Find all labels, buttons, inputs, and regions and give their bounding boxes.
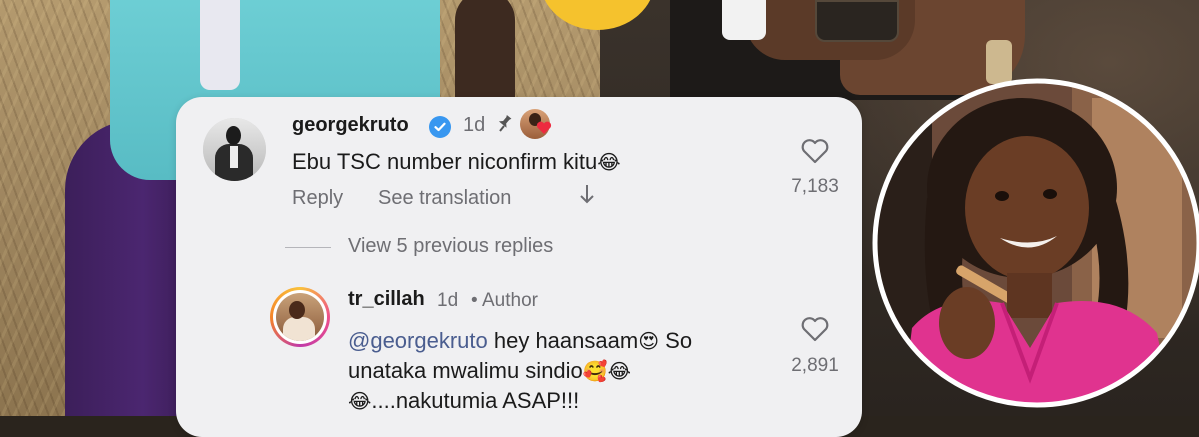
meta-separator: • xyxy=(471,290,478,311)
reply-avatar-photo xyxy=(276,293,324,341)
reply-avatar[interactable] xyxy=(270,287,330,347)
heart-icon xyxy=(536,119,552,140)
reply-body-part3: ....nakutumia ASAP!!! xyxy=(371,388,580,413)
mention-link[interactable]: @georgekruto xyxy=(348,328,488,353)
replies-divider xyxy=(285,247,331,248)
arrow-down-icon[interactable] xyxy=(578,183,596,211)
like-count: 7,183 xyxy=(791,176,839,197)
reply-time: 1d xyxy=(437,290,459,311)
see-translation-link[interactable]: See translation xyxy=(378,187,511,210)
pin-icon xyxy=(494,113,514,141)
reply-username[interactable]: tr_cillah xyxy=(348,288,425,311)
laughing-emoji: 😂 xyxy=(597,150,621,174)
comment-time: 1d xyxy=(463,114,486,136)
reply-avatar-photo-body xyxy=(283,317,315,341)
comment-text: Ebu TSC number niconfirm kitu😂 xyxy=(292,148,621,176)
reply-body-part1: hey haansaam xyxy=(487,328,639,353)
comment-body: Ebu TSC number niconfirm kitu xyxy=(292,149,598,174)
reply-button[interactable]: Reply xyxy=(292,187,343,210)
laughing-emoji: 😂 xyxy=(348,389,372,413)
author-badge: Author xyxy=(482,290,538,311)
background-shirt-inner xyxy=(200,0,240,90)
comment-username[interactable]: georgekruto xyxy=(292,114,409,137)
reply-like-heart-icon[interactable] xyxy=(801,316,829,342)
verified-icon xyxy=(429,116,451,138)
reply-text: @georgekruto hey haansaam😍 So unataka mw… xyxy=(348,326,768,416)
avatar-figure-shirt xyxy=(230,146,238,168)
creator-facecam xyxy=(872,78,1199,408)
comment-card: georgekruto 1d Ebu TSC number niconfirm … xyxy=(176,97,862,437)
background-bottle xyxy=(815,0,899,42)
avatar[interactable] xyxy=(203,118,266,181)
smiling-hearts-laughing-emoji: 🥰😂 xyxy=(582,359,632,383)
reply-avatar-photo-face xyxy=(289,301,305,319)
background-shirt-cuff xyxy=(722,0,766,40)
avatar-figure-head xyxy=(226,126,241,145)
like-heart-icon[interactable] xyxy=(801,138,829,164)
heart-eyes-emoji: 😍 xyxy=(638,329,660,353)
reply-like-count: 2,891 xyxy=(791,355,839,376)
view-previous-replies-button[interactable]: View 5 previous replies xyxy=(348,235,553,258)
